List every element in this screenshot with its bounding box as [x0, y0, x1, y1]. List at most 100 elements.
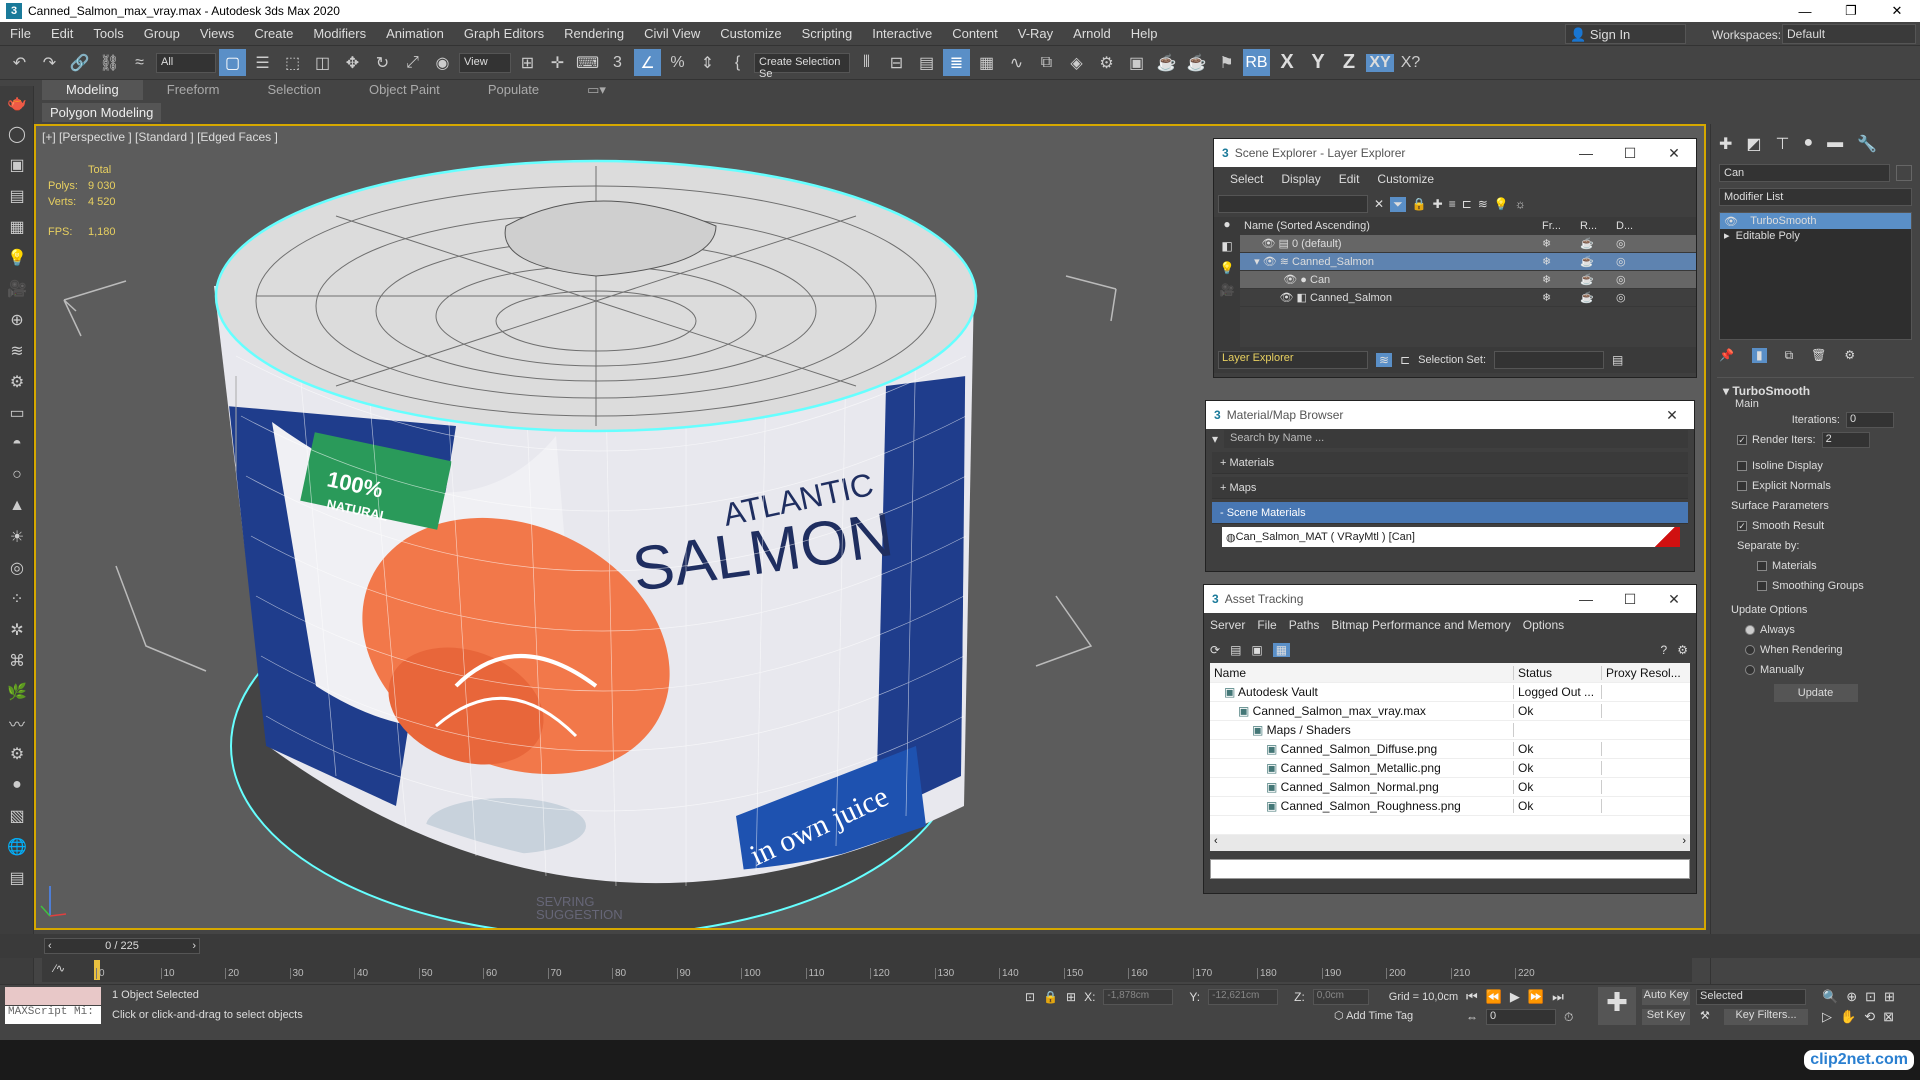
ribbon-tab-modeling[interactable]: Modeling [42, 80, 143, 100]
scatter-icon[interactable]: ✲ [3, 616, 31, 644]
se-search-field[interactable] [1218, 195, 1368, 213]
mat-group-maps[interactable]: + Maps [1212, 477, 1688, 499]
update-button[interactable]: Update [1773, 684, 1858, 702]
rb-icon[interactable]: RB [1243, 49, 1270, 76]
hierarchy-icon[interactable]: ⊏ [1462, 197, 1472, 211]
menu-group[interactable]: Group [134, 26, 190, 41]
zoom-extents-icon[interactable]: ⊡ [1865, 989, 1876, 1005]
pan-icon[interactable]: ✋ [1840, 1009, 1856, 1025]
light-icon[interactable]: 💡 [3, 244, 31, 272]
ribbon-tab-selection[interactable]: Selection [244, 80, 345, 100]
hemisphere-icon[interactable]: ◓ [3, 430, 31, 458]
axis-xy-button[interactable]: XY [1366, 53, 1394, 72]
asset-path-field[interactable] [1210, 859, 1690, 879]
ribbon-options-icon[interactable]: ▭▾ [563, 80, 630, 100]
at-menu-server[interactable]: Server [1210, 618, 1245, 632]
menu-tools[interactable]: Tools [83, 26, 133, 41]
display-icon[interactable]: ◎ [1616, 255, 1626, 268]
se-row-default-layer[interactable]: 👁 ▤ 0 (default) ❄ ☕ ◎ [1240, 235, 1696, 253]
add-layer-icon[interactable]: ✚ [1433, 197, 1443, 211]
keyboard-shortcut-icon[interactable]: ⌨ [574, 49, 601, 76]
menu-file[interactable]: File [0, 26, 41, 41]
at-col-proxy[interactable]: Proxy Resol... [1602, 666, 1690, 680]
mat-search-input[interactable]: Search by Name ... [1224, 430, 1688, 448]
dropdown-arrow-icon[interactable]: ▾ [1212, 432, 1218, 446]
turbosmooth-rollout[interactable]: ▾ TurboSmooth [1717, 384, 1914, 398]
freeze-icon[interactable]: ❄ [1542, 237, 1580, 250]
explorer-mode-select[interactable]: Layer Explorer [1218, 351, 1368, 369]
rendered-frame-icon[interactable]: ▣ [1123, 49, 1150, 76]
plant-icon[interactable]: 🌿 [3, 678, 31, 706]
set-key-big-icon[interactable]: ✚ [1598, 987, 1636, 1025]
settings-icon[interactable]: ▤ [3, 864, 31, 892]
gear-icon[interactable]: ⚙ [3, 740, 31, 768]
display-icon[interactable]: ◎ [1616, 291, 1626, 304]
viewport-label[interactable]: [+] [Perspective ] [Standard ] [Edged Fa… [42, 130, 278, 144]
update-always-radio[interactable] [1745, 625, 1755, 635]
layers-icon[interactable]: ▧ [3, 802, 31, 830]
select-object-icon[interactable]: ▢ [219, 49, 246, 76]
previous-frame-icon[interactable]: ⏪ [1486, 989, 1502, 1005]
se-col-display[interactable]: D... [1616, 220, 1633, 232]
pin-stack-icon[interactable]: 📌 [1719, 348, 1734, 363]
helper-icon[interactable]: ⊕ [3, 306, 31, 334]
menu-views[interactable]: Views [190, 26, 244, 41]
scene-explorer-icon[interactable]: ▤ [913, 49, 940, 76]
orbit-icon[interactable]: ⟲ [1864, 1009, 1875, 1025]
at-menu-paths[interactable]: Paths [1289, 618, 1320, 632]
pivot-icon[interactable]: ⊞ [514, 49, 541, 76]
menu-customize[interactable]: Customize [710, 26, 791, 41]
at-menu-bitmap-performance[interactable]: Bitmap Performance and Memory [1331, 618, 1510, 632]
camera-filter-icon[interactable]: 🎥 [1214, 283, 1240, 305]
sign-in-button[interactable]: 👤 Sign In [1565, 24, 1686, 44]
render-sphere-icon[interactable]: ● [3, 771, 31, 799]
freeze-icon[interactable]: ❄ [1542, 273, 1580, 286]
track-bar[interactable]: ∕∿ 0 10 20 30 40 50 60 70 80 90 100 110 120 130 140 150… [42, 958, 1692, 982]
update-when-rendering-radio[interactable] [1745, 645, 1755, 655]
grid-icon[interactable]: ▦ [3, 213, 31, 241]
settings-icon[interactable]: ⚙ [1677, 643, 1688, 657]
network-icon[interactable]: ⌘ [3, 647, 31, 675]
layer-mode-icon[interactable]: ≋ [1376, 353, 1393, 367]
axis-x-button[interactable]: X [1273, 51, 1301, 74]
bind-spacewarp-icon[interactable]: ≈ [126, 49, 153, 76]
menu-edit[interactable]: Edit [41, 26, 83, 41]
eye-icon[interactable]: 👁 ◧ [1240, 291, 1310, 304]
isolate-selection-icon[interactable]: ⊡ [1025, 990, 1035, 1004]
systems-icon[interactable]: ⚙ [3, 368, 31, 396]
render-toggle-icon[interactable]: ☕ [1580, 273, 1616, 286]
light-filter-icon[interactable]: 💡 [1214, 261, 1240, 283]
set-key-button[interactable]: Set Key [1642, 1009, 1690, 1025]
go-to-start-icon[interactable]: ⏮ [1466, 989, 1478, 1005]
table-row[interactable]: ▣ Autodesk Vault Logged Out ... [1210, 683, 1690, 702]
key-filters-button[interactable]: Key Filters... [1724, 1009, 1808, 1025]
layer-filter-icon[interactable]: ◧ [1214, 239, 1240, 261]
ribbon-tab-object-paint[interactable]: Object Paint [345, 80, 464, 100]
menu-rendering[interactable]: Rendering [554, 26, 634, 41]
axis-z-button[interactable]: Z [1335, 51, 1363, 74]
ring-icon[interactable]: ○ [3, 461, 31, 489]
align-icon[interactable]: ⊟ [883, 49, 910, 76]
display-icon[interactable]: ◎ [1616, 237, 1626, 250]
motion-tab-icon[interactable]: ● [1803, 134, 1813, 154]
render-setup-icon[interactable]: ⚙ [1093, 49, 1120, 76]
se-row-canned-salmon-object[interactable]: 👁 ◧ Canned_Salmon ❄ ☕ ◎ [1240, 289, 1696, 307]
create-tab-icon[interactable]: ✚ [1719, 134, 1732, 154]
at-col-status[interactable]: Status [1514, 665, 1602, 680]
utilities-tab-icon[interactable]: 🔧 [1857, 134, 1877, 154]
minimize-button[interactable]: — [1782, 4, 1828, 19]
list-view-icon[interactable]: ▤ [1230, 643, 1241, 657]
spinner-snap-icon[interactable]: ⇕ [694, 49, 721, 76]
render-iters-checkbox[interactable]: ✓ [1737, 435, 1747, 445]
absolute-mode-icon[interactable]: ⊞ [1066, 990, 1076, 1004]
table-row[interactable]: ▣ Canned_Salmon_Roughness.png Ok [1210, 797, 1690, 816]
selection-filter-select[interactable]: All [156, 52, 216, 73]
menu-create[interactable]: Create [244, 26, 303, 41]
plane-icon[interactable]: ▭ [3, 399, 31, 427]
key-filter-icon[interactable]: ⚒ [1700, 1009, 1710, 1022]
rect-selection-icon[interactable]: ⬚ [279, 49, 306, 76]
eye-icon[interactable]: 👁 ● [1240, 273, 1310, 286]
modify-tab-icon[interactable]: ◩ [1746, 134, 1761, 154]
minimize-button[interactable]: — [1564, 145, 1608, 161]
zoom-all-icon[interactable]: ⊕ [1846, 989, 1857, 1005]
